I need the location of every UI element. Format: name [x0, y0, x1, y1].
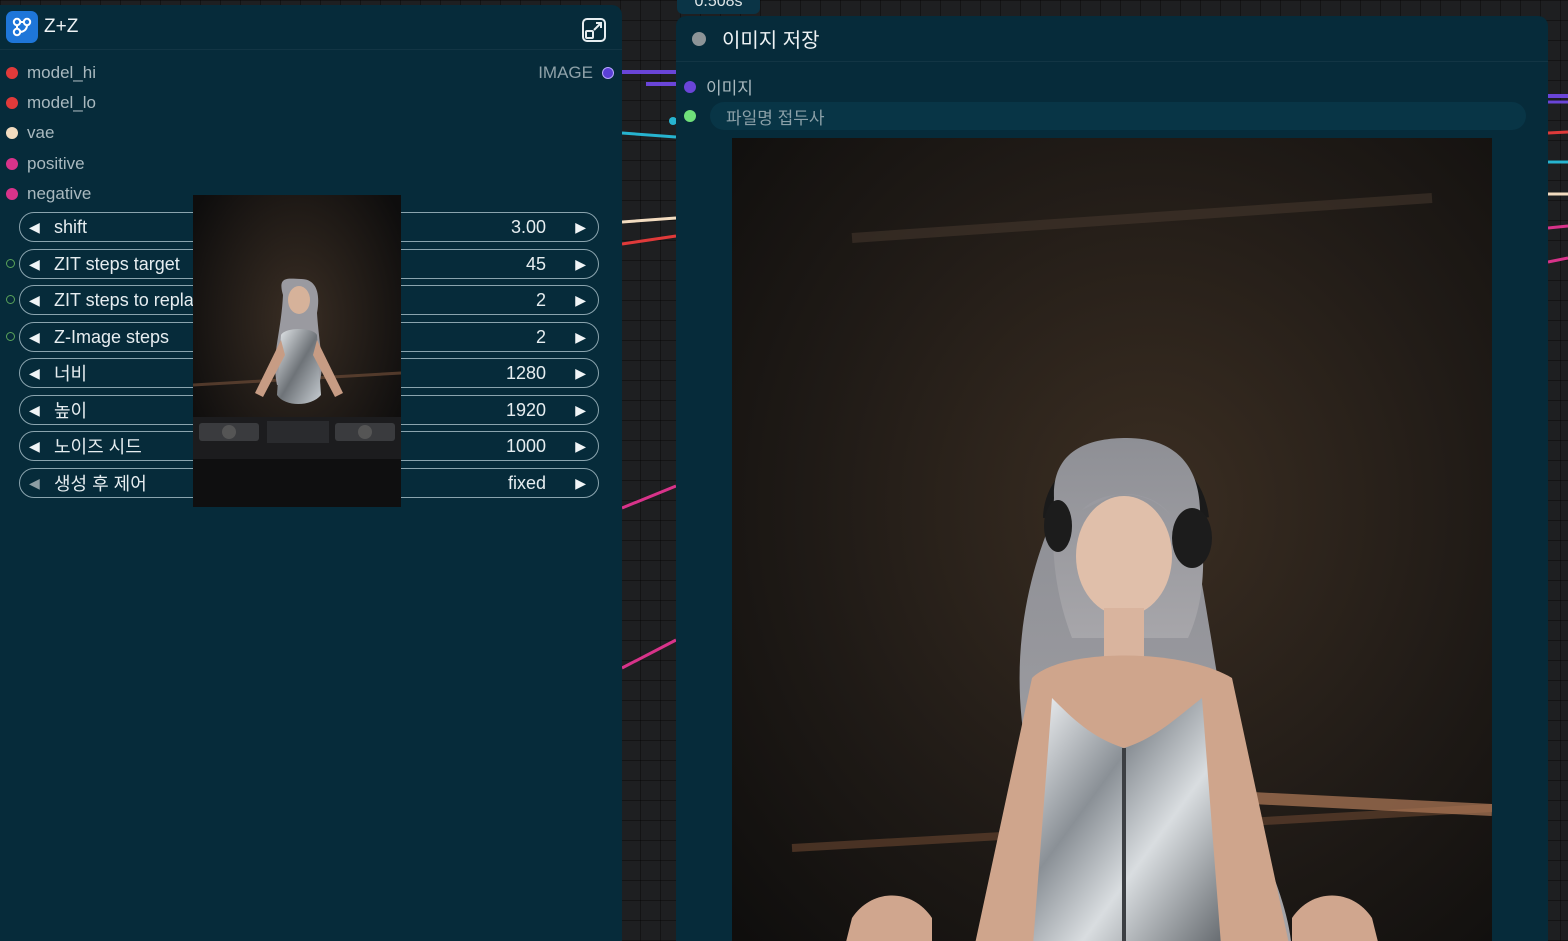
widget-value[interactable]: 1280 [506, 363, 546, 384]
increment-arrow-icon[interactable]: ▶ [575, 219, 586, 236]
slot-dot-icon[interactable] [602, 67, 614, 79]
expand-icon[interactable] [581, 17, 607, 43]
input-slot-positive[interactable]: positive [6, 153, 85, 175]
wire-pink-1 [621, 484, 677, 510]
widget-label: Z-Image steps [54, 326, 170, 347]
widget-label: 너비 [54, 364, 88, 384]
widget-label: 높이 [54, 401, 88, 421]
slot-label: positive [27, 154, 85, 173]
decrement-arrow-icon[interactable]: ◀ [20, 256, 42, 273]
wire-right-pink [1547, 224, 1568, 230]
input-slot-model-hi[interactable]: model_hi [6, 62, 96, 84]
widget-input-dot-icon[interactable] [6, 295, 15, 304]
widget-label: 노이즈 시드 [54, 437, 142, 457]
wire-red [621, 234, 677, 246]
slot-label: model_hi [27, 63, 96, 82]
output-slot-image[interactable]: IMAGE [538, 63, 614, 83]
widget-value[interactable]: 2 [536, 290, 546, 311]
widget-label: ZIT steps to repla [54, 289, 194, 310]
saved-image-preview[interactable] [732, 138, 1492, 941]
subgraph-node-zz[interactable]: Z+Z model_hi model_lo vae positive negat… [0, 5, 622, 941]
image-preview-thumbnail[interactable] [193, 195, 401, 507]
execution-time-badge: 0.508s [677, 0, 760, 14]
input-slot-model-lo[interactable]: model_lo [6, 92, 96, 114]
slot-dot-icon[interactable] [684, 80, 696, 93]
increment-arrow-icon[interactable]: ▶ [575, 256, 586, 273]
widget-input-dot-icon[interactable] [6, 332, 15, 341]
subgraph-icon [6, 11, 38, 43]
widget-input-dot-icon[interactable] [6, 259, 15, 268]
filename-prefix-widget[interactable]: 파일명 접두사 [684, 102, 1526, 130]
decrement-arrow-icon[interactable]: ◀ [20, 438, 42, 455]
wire-cyan [621, 131, 677, 139]
widget-label: shift [54, 216, 88, 237]
widget-value[interactable]: 3.00 [511, 217, 546, 238]
widget-value[interactable]: 1920 [506, 400, 546, 421]
decrement-arrow-icon[interactable]: ◀ [20, 219, 42, 236]
increment-arrow-icon[interactable]: ▶ [575, 475, 586, 492]
decrement-arrow-icon[interactable]: ◀ [20, 365, 42, 382]
slot-label: vae [27, 123, 55, 142]
wire-cream [621, 216, 677, 224]
input-slot-negative[interactable]: negative [6, 183, 91, 205]
increment-arrow-icon[interactable]: ▶ [575, 292, 586, 309]
widget-label: ZIT steps target [54, 253, 180, 274]
increment-arrow-icon[interactable]: ▶ [575, 329, 586, 346]
slot-label: IMAGE [538, 63, 593, 82]
node-title: Z+Z [44, 16, 79, 37]
decrement-arrow-icon[interactable]: ◀ [20, 292, 42, 309]
slot-dot-icon[interactable] [6, 67, 18, 79]
decrement-arrow-icon[interactable]: ◀ [20, 475, 42, 492]
widget-value[interactable]: fixed [508, 473, 546, 494]
widget-input-dot-icon[interactable] [684, 110, 696, 122]
slot-label: 이미지 [706, 79, 753, 98]
save-image-node[interactable]: 이미지 저장 이미지 파일명 접두사 [676, 16, 1548, 941]
widget-value[interactable]: 2 [536, 327, 546, 348]
decrement-arrow-icon[interactable]: ◀ [20, 402, 42, 419]
slot-label: model_lo [27, 93, 96, 112]
increment-arrow-icon[interactable]: ▶ [575, 438, 586, 455]
slot-dot-icon[interactable] [6, 158, 18, 170]
slot-dot-icon[interactable] [6, 188, 18, 200]
node-title: 이미지 저장 [722, 30, 820, 52]
input-slot-image[interactable]: 이미지 [684, 74, 753, 99]
wire-pink-2 [621, 638, 677, 670]
filename-prefix-label: 파일명 접두사 [726, 108, 825, 128]
widget-value[interactable]: 1000 [506, 436, 546, 457]
slot-label: negative [27, 184, 92, 203]
node-status-dot-icon[interactable] [692, 31, 706, 46]
widget-label: 생성 후 제어 [54, 474, 147, 494]
filename-prefix-input[interactable]: 파일명 접두사 [710, 102, 1526, 130]
node-title-bar[interactable]: 이미지 저장 [676, 16, 1548, 62]
slot-dot-icon[interactable] [6, 97, 18, 109]
increment-arrow-icon[interactable]: ▶ [575, 365, 586, 382]
increment-arrow-icon[interactable]: ▶ [575, 402, 586, 419]
decrement-arrow-icon[interactable]: ◀ [20, 329, 42, 346]
slot-dot-icon[interactable] [6, 127, 18, 139]
widget-value[interactable]: 45 [526, 254, 546, 275]
node-title-bar[interactable]: Z+Z [0, 5, 622, 50]
input-slot-vae[interactable]: vae [6, 122, 54, 144]
wire-right-pink2 [1547, 256, 1568, 264]
wire-right-red [1547, 130, 1568, 135]
